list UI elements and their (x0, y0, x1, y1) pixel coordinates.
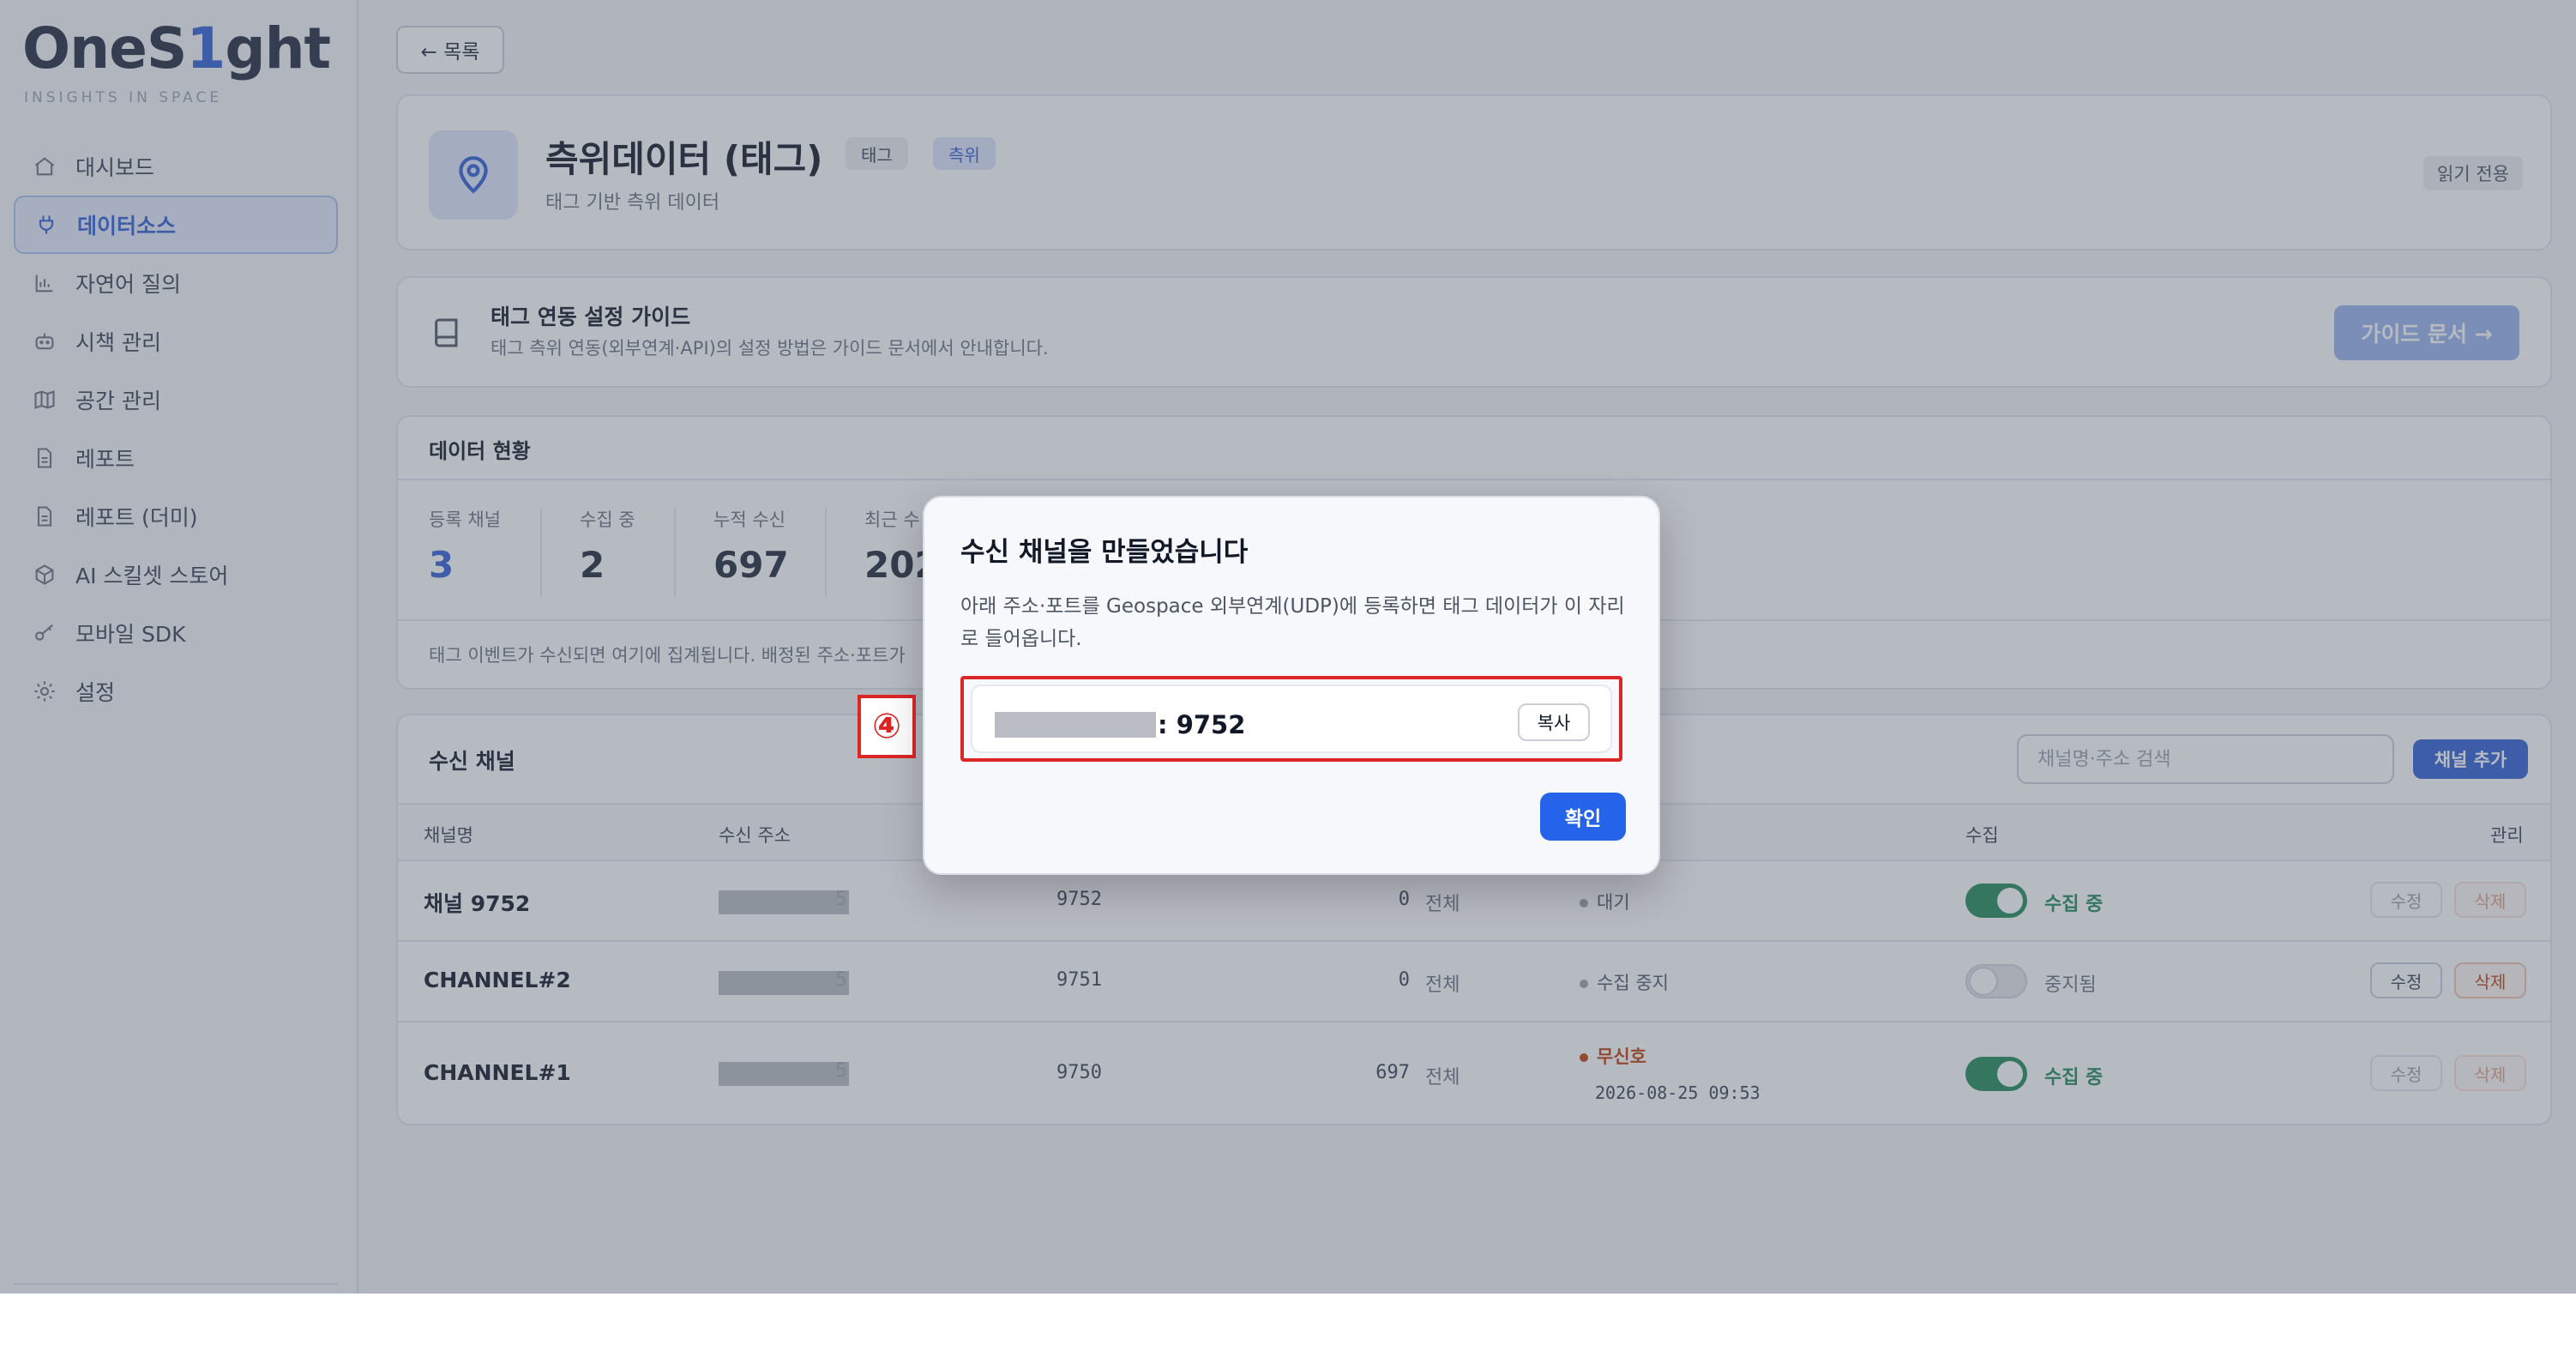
step-marker: ④ (858, 695, 916, 758)
copy-button[interactable]: 복사 (1518, 703, 1590, 741)
channel-created-dialog: 수신 채널을 만들었습니다 아래 주소·포트를 Geospace 외부연계(UD… (923, 496, 1660, 875)
confirm-button[interactable]: 확인 (1540, 793, 1626, 841)
redacted-address (995, 712, 1156, 738)
dialog-title: 수신 채널을 만들었습니다 (960, 537, 1249, 568)
address-port: : 9752 (1158, 710, 1246, 739)
highlight-box: : 9752 복사 (960, 676, 1622, 762)
address-field: : 9752 복사 (971, 684, 1612, 753)
app-window: OneS1ght INSIGHTS IN SPACE 대시보드 데이터소스 자연… (0, 0, 2576, 1294)
dialog-description: 아래 주소·포트를 Geospace 외부연계(UDP)에 등록하면 태그 데이… (960, 595, 1625, 650)
